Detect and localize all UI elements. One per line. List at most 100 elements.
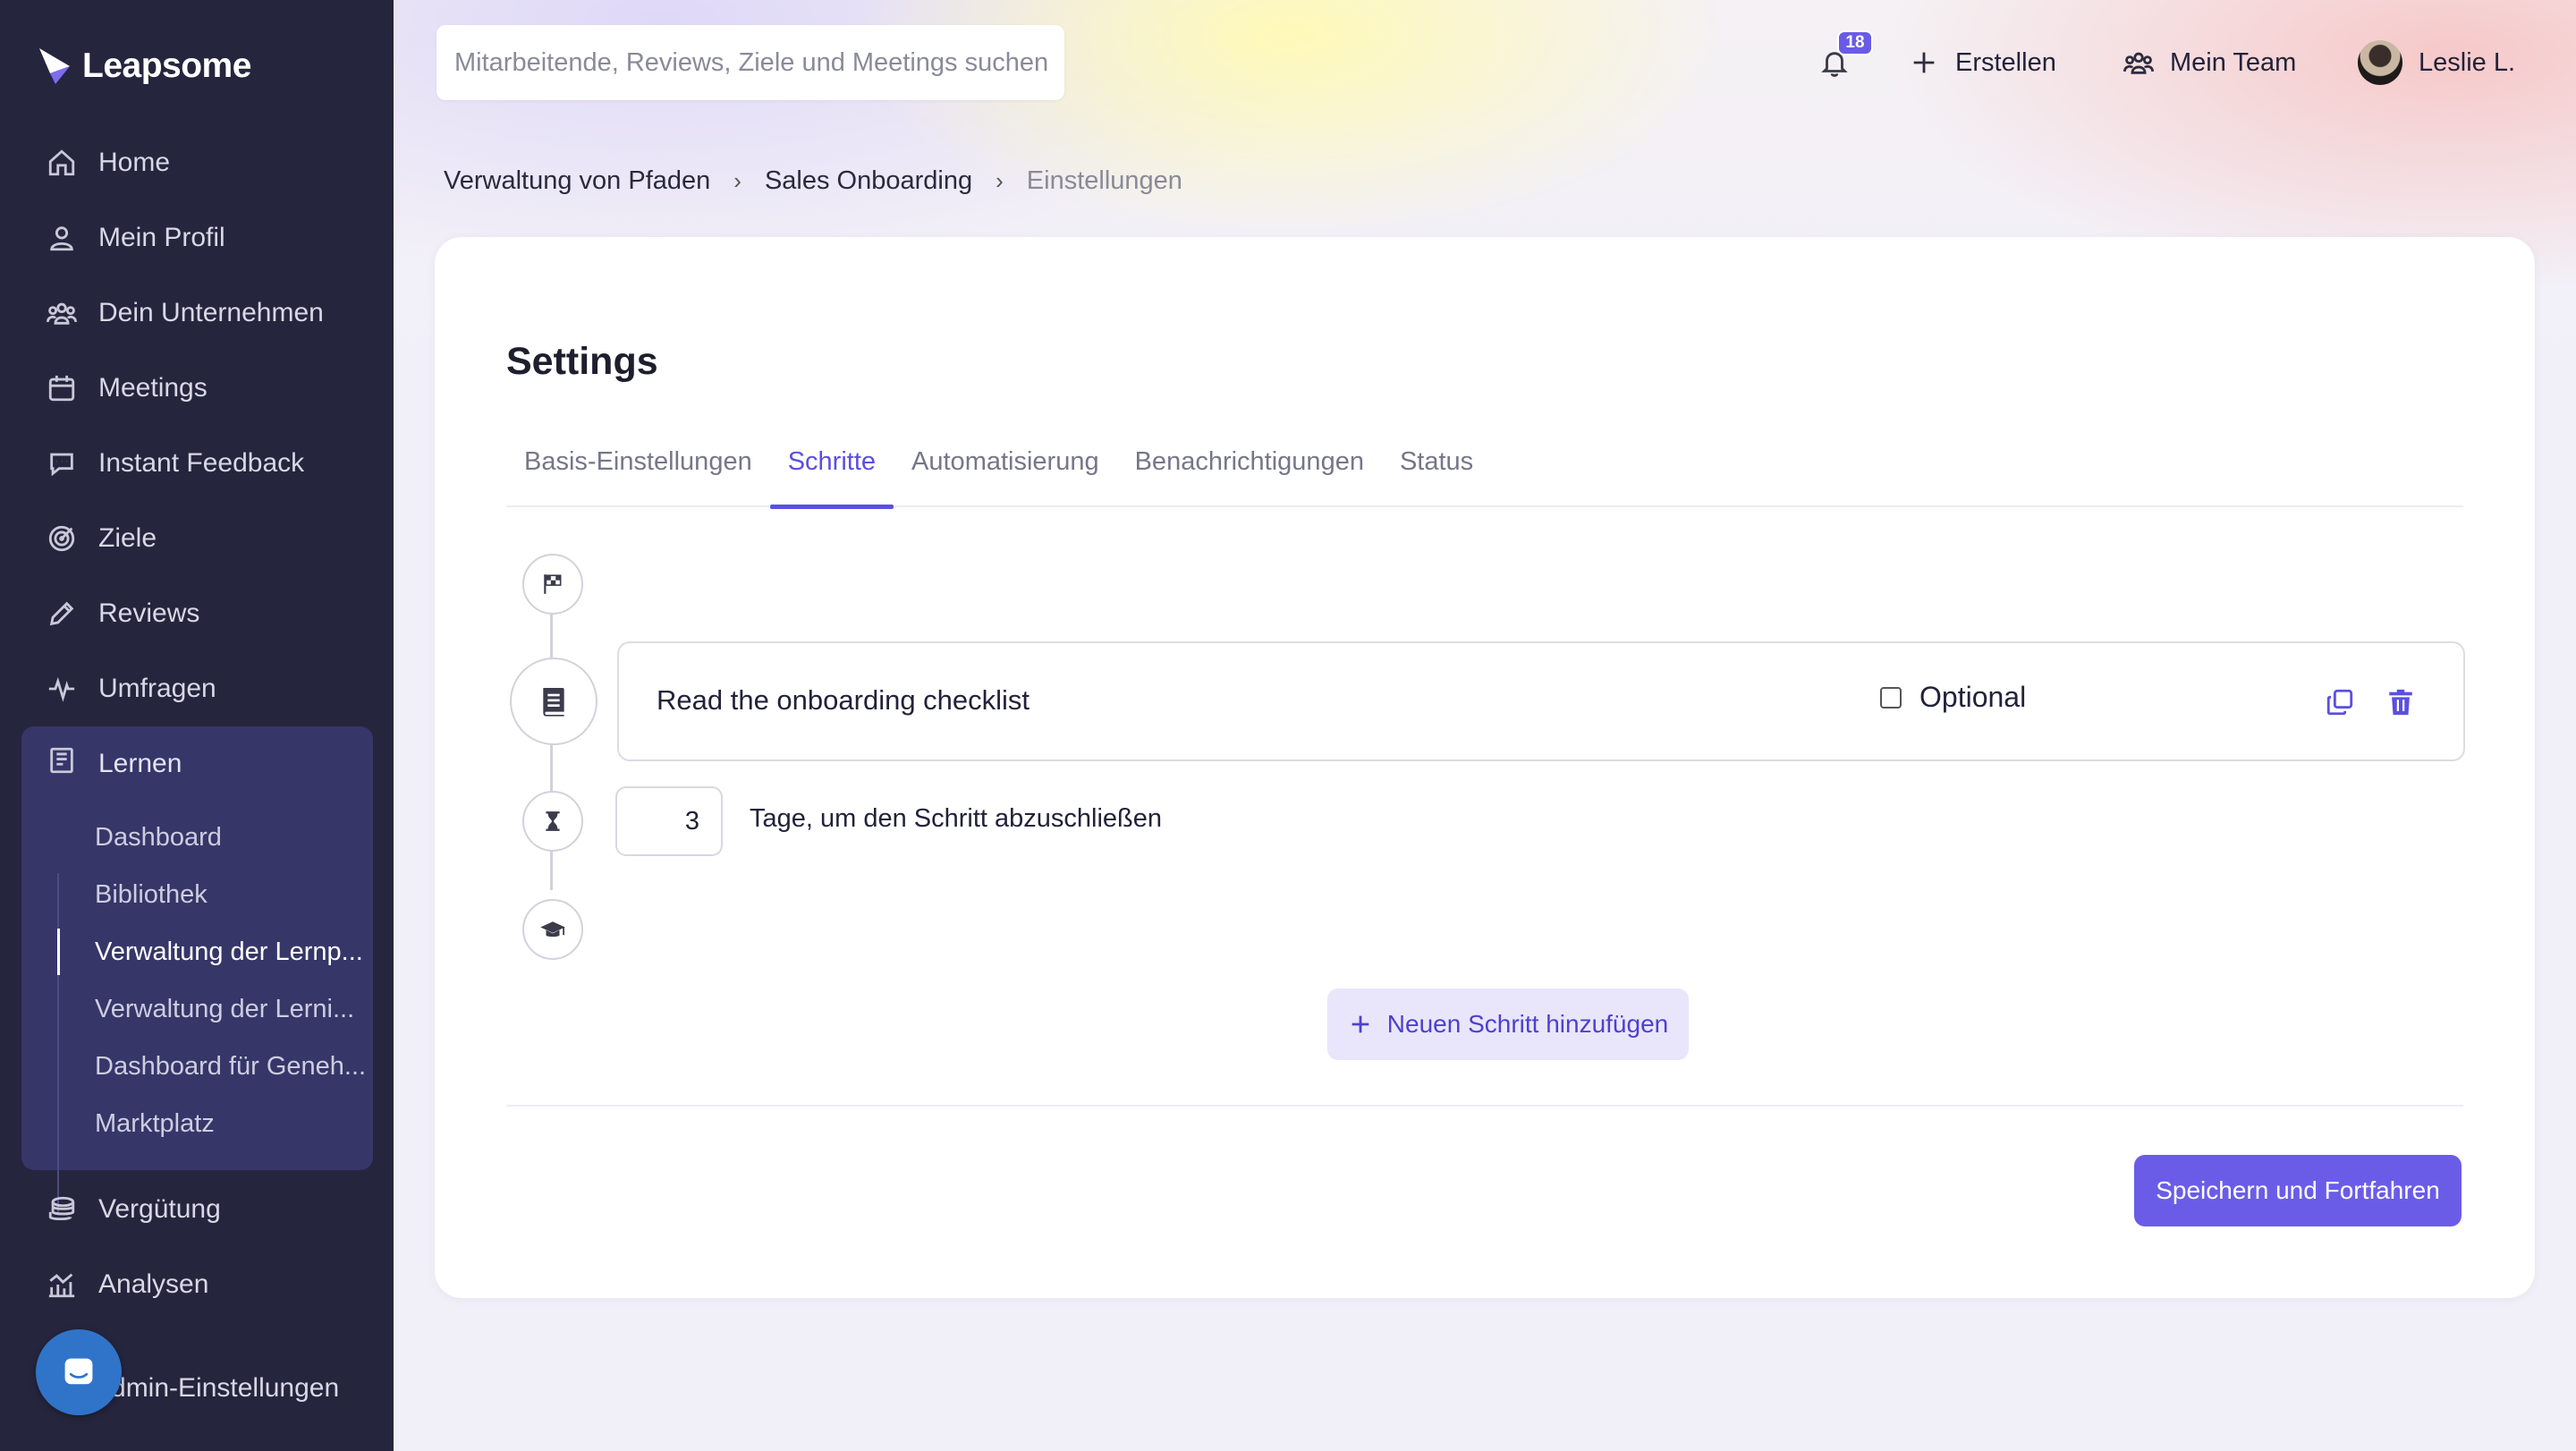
trash-icon xyxy=(2389,689,2412,716)
sidebar-group-learn: Lernen Dashboard Bibliothek Verwaltung d… xyxy=(21,726,373,1213)
user-name: Leslie L. xyxy=(2419,47,2516,77)
step-title: Read the onboarding checklist xyxy=(657,684,1030,716)
pencil-icon xyxy=(47,598,77,629)
sidebar-item-reviews[interactable]: Reviews xyxy=(0,576,394,651)
optional-label: Optional xyxy=(1919,681,2027,713)
sidebar-subitem-dashboard[interactable]: Dashboard xyxy=(57,809,373,866)
notification-badge: 18 xyxy=(1837,30,1873,55)
book-content-icon xyxy=(543,688,564,717)
add-step-label: Neuen Schritt hinzufügen xyxy=(1386,1010,1669,1038)
leapsome-logo-icon xyxy=(39,48,70,84)
leapsome-logo[interactable]: Leapsome xyxy=(38,41,251,91)
tab-automation[interactable]: Automatisierung xyxy=(894,425,1117,507)
sidebar-item-label: Meetings xyxy=(98,373,208,403)
sidebar-subitem-marketplace[interactable]: Marktplatz xyxy=(57,1095,373,1152)
sidebar-item-instant-feedback[interactable]: Instant Feedback xyxy=(0,426,394,501)
chat-launcher-icon xyxy=(64,1358,93,1385)
delete-step-button[interactable] xyxy=(2383,684,2419,720)
create-button[interactable]: Erstellen xyxy=(1909,27,2056,98)
pulse-icon xyxy=(47,674,77,704)
my-team-button[interactable]: Mein Team xyxy=(2123,27,2296,98)
sidebar-subitem-path-management[interactable]: Verwaltung der Lernp... xyxy=(57,923,373,980)
tab-steps[interactable]: Schritte xyxy=(769,425,894,509)
user-menu[interactable]: Leslie L. xyxy=(2358,27,2515,98)
save-and-continue-button[interactable]: Speichern und Fortfahren xyxy=(2134,1155,2462,1226)
sidebar-item-label: Vergütung xyxy=(98,1194,221,1224)
sidebar-item-analytics[interactable]: Analysen xyxy=(0,1247,394,1322)
sidebar-item-meetings[interactable]: Meetings xyxy=(0,351,394,426)
sidebar-subitem-content-management[interactable]: Verwaltung der Lerni... xyxy=(57,980,373,1038)
calendar-icon xyxy=(47,373,77,403)
chat-icon xyxy=(47,448,77,479)
sidebar-item-label: Ziele xyxy=(98,523,157,553)
days-to-complete-label: Tage, um den Schritt abzuschließen xyxy=(750,804,1163,833)
sidebar-item-label: Instant Feedback xyxy=(98,448,305,478)
breadcrumb-item-path[interactable]: Sales Onboarding xyxy=(765,166,972,196)
hourglass-icon xyxy=(546,811,560,831)
target-icon xyxy=(47,523,77,554)
chevron-right-icon: › xyxy=(996,166,1004,194)
plus-icon xyxy=(1913,52,1935,73)
breadcrumb-item-paths[interactable]: Verwaltung von Pfaden xyxy=(444,166,710,196)
sidebar-bottom-nav: Vergütung Analysen xyxy=(0,1172,394,1322)
sidebar-item-surveys[interactable]: Umfragen xyxy=(0,651,394,726)
coins-icon xyxy=(47,1194,77,1225)
sidebar-item-label: Mein Profil xyxy=(98,223,225,252)
step-content-node xyxy=(510,658,597,745)
breadcrumb-current: Einstellungen xyxy=(1026,165,1182,195)
settings-tabs: Basis-Einstellungen Schritte Automatisie… xyxy=(506,425,2463,509)
search-input[interactable] xyxy=(454,47,1064,78)
sidebar-item-label: Umfragen xyxy=(98,674,216,703)
duration-node xyxy=(522,791,583,852)
settings-card: Settings Basis-Einstellungen Schritte Au… xyxy=(435,237,2535,1298)
add-step-button[interactable]: Neuen Schritt hinzufügen xyxy=(1327,989,1689,1060)
checkered-flag-icon xyxy=(544,574,562,594)
optional-checkbox[interactable] xyxy=(1880,686,1902,709)
graduation-cap-icon xyxy=(540,921,565,938)
step-card[interactable]: Read the onboarding checklist Optional xyxy=(617,641,2465,761)
sidebar-item-goals[interactable]: Ziele xyxy=(0,501,394,576)
my-team-label: Mein Team xyxy=(2170,47,2297,77)
brand-name: Leapsome xyxy=(82,47,251,85)
sidebar-item-label: Admin-Einstellungen xyxy=(93,1373,340,1403)
optional-toggle[interactable]: Optional xyxy=(1880,681,2026,714)
home-icon xyxy=(47,148,77,178)
user-icon xyxy=(47,223,77,253)
global-search[interactable] xyxy=(436,25,1064,100)
tab-basic-settings[interactable]: Basis-Einstellungen xyxy=(506,425,770,507)
main-content: 18 Erstellen Mein Team Leslie L. Verwalt… xyxy=(394,0,2576,1451)
chevron-right-icon: › xyxy=(733,166,741,194)
support-chat-button[interactable] xyxy=(36,1329,122,1415)
sidebar-subitem-library[interactable]: Bibliothek xyxy=(57,866,373,923)
sidebar-subitem-approval-dashboard[interactable]: Dashboard für Geneh... xyxy=(57,1038,373,1095)
team-icon xyxy=(2123,52,2154,74)
start-node xyxy=(522,554,583,615)
sidebar-item-home[interactable]: Home xyxy=(0,125,394,200)
finish-node xyxy=(522,899,583,960)
sidebar-item-label: Reviews xyxy=(98,598,200,628)
people-icon xyxy=(47,298,77,328)
page-title: Settings xyxy=(506,340,658,383)
sidebar-item-profile[interactable]: Mein Profil xyxy=(0,200,394,276)
plus-icon xyxy=(1352,1015,1369,1033)
notifications-button[interactable]: 18 xyxy=(1812,27,1873,98)
sidebar: Leapsome Home Mein Profil Dein Unternehm… xyxy=(0,0,394,1451)
sidebar-item-learn[interactable]: Lernen xyxy=(21,726,373,802)
analytics-icon xyxy=(47,1269,77,1300)
book-icon xyxy=(47,745,77,783)
breadcrumb: Verwaltung von Pfaden › Sales Onboarding… xyxy=(444,161,1182,200)
avatar xyxy=(2358,40,2402,85)
sidebar-item-label: Lernen xyxy=(98,749,182,778)
create-label: Erstellen xyxy=(1955,47,2056,77)
tab-notifications[interactable]: Benachrichtigungen xyxy=(1117,425,1382,507)
days-to-complete-input[interactable]: 3 xyxy=(615,786,723,856)
sidebar-item-company[interactable]: Dein Unternehmen xyxy=(0,276,394,351)
sidebar-item-label: Analysen xyxy=(98,1269,209,1299)
sidebar-item-compensation[interactable]: Vergütung xyxy=(0,1172,394,1247)
learn-sub-list: Dashboard Bibliothek Verwaltung der Lern… xyxy=(57,802,373,1213)
sidebar-item-label: Dein Unternehmen xyxy=(98,298,324,327)
sidebar-item-label: Home xyxy=(98,148,171,177)
tab-status[interactable]: Status xyxy=(1382,425,1491,507)
sidebar-nav: Home Mein Profil Dein Unternehmen Meetin… xyxy=(0,125,394,726)
duplicate-step-button[interactable] xyxy=(2322,684,2358,720)
